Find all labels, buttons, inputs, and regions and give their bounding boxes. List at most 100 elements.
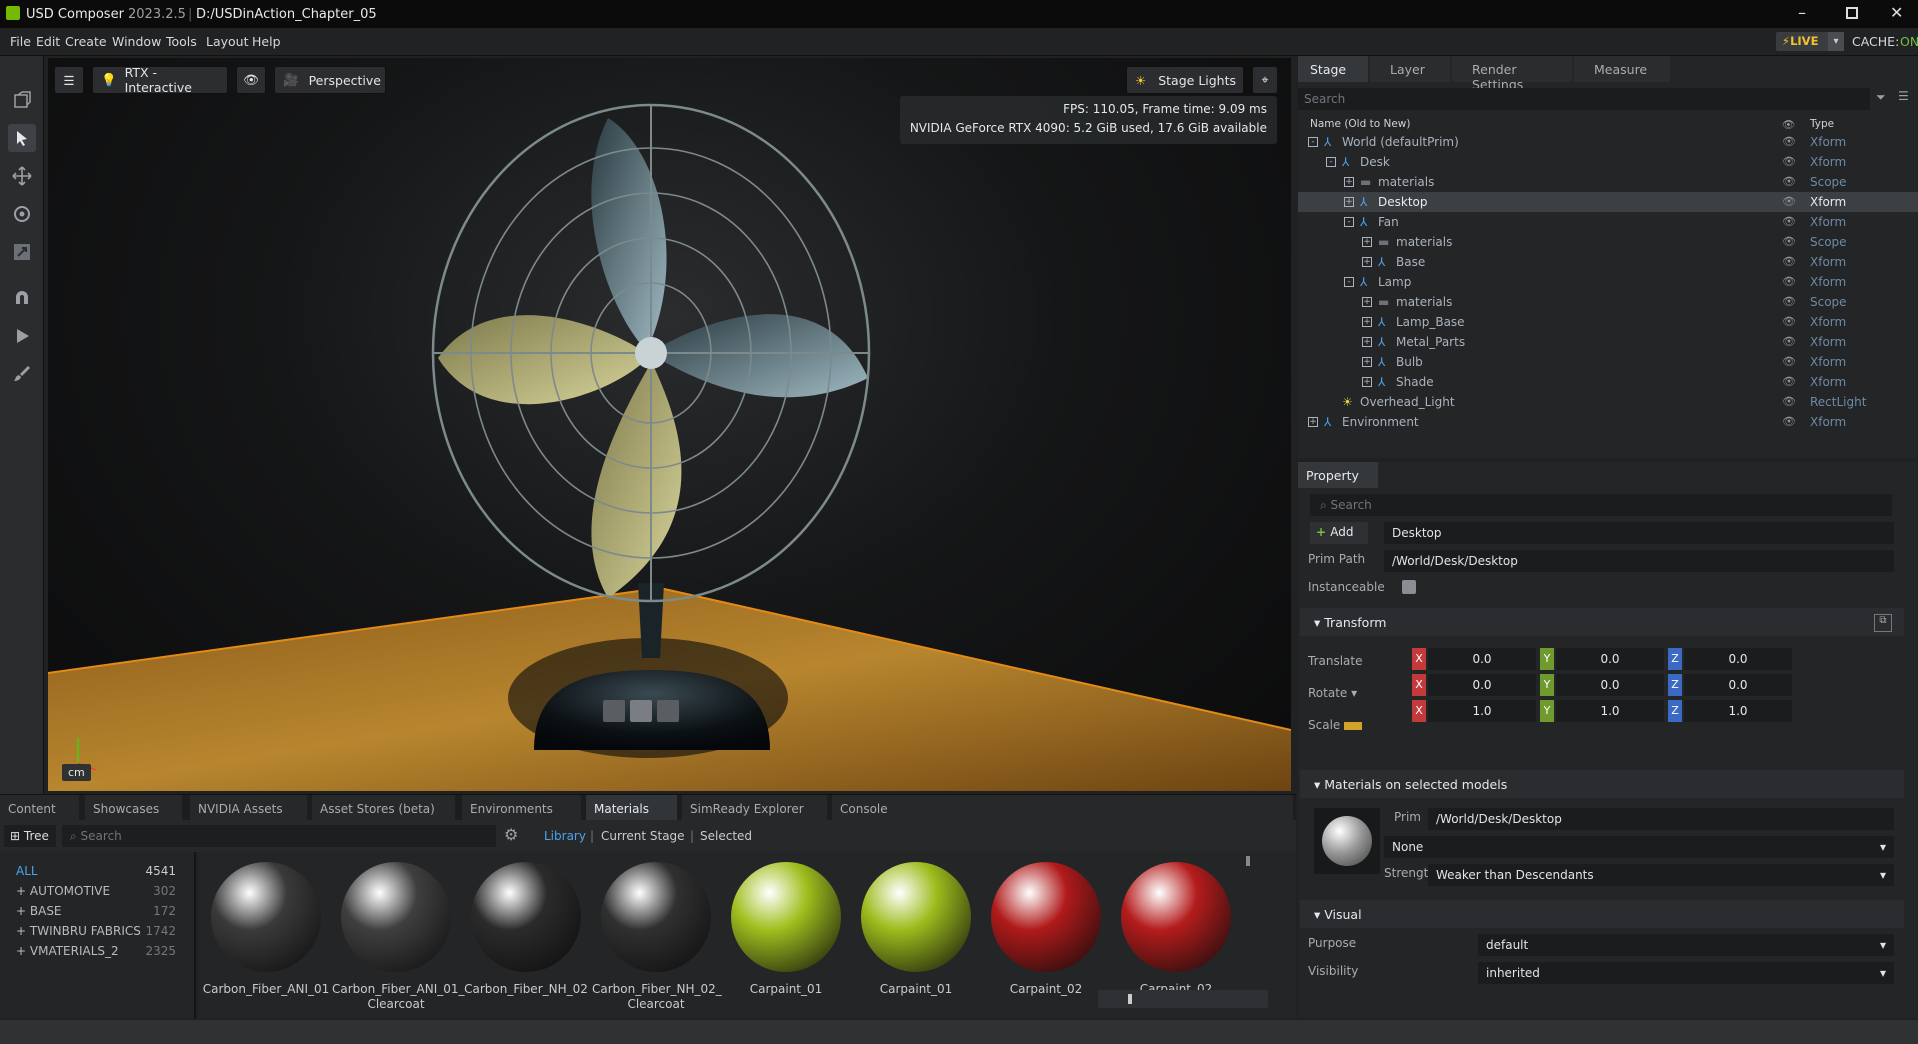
- stage-tree-row[interactable]: - ⅄ Fan 👁 Xform: [1298, 212, 1918, 232]
- translate-z-field[interactable]: 0.0: [1684, 648, 1792, 670]
- translate-y-field[interactable]: 0.0: [1556, 648, 1664, 670]
- instanceable-checkbox[interactable]: [1402, 580, 1416, 594]
- tab-render-settings[interactable]: Render Settings: [1452, 56, 1572, 92]
- stage-tree-row[interactable]: + ⅄ Shade 👁 Xform: [1298, 372, 1918, 392]
- library-item-twinbru[interactable]: + TWINBRU FABRICS 1742: [16, 924, 176, 938]
- visibility-eye-icon[interactable]: 👁: [1782, 355, 1796, 368]
- render-mode-button[interactable]: 💡 RTX - Interactive: [92, 65, 228, 95]
- rotate-label[interactable]: Rotate ▾: [1308, 686, 1357, 700]
- stage-tree-row[interactable]: + ▬ materials 👁 Scope: [1298, 172, 1918, 192]
- stage-tree-row[interactable]: + ⅄ Bulb 👁 Xform: [1298, 352, 1918, 372]
- tab-showcases[interactable]: Showcases: [85, 795, 185, 821]
- visibility-eye-icon[interactable]: 👁: [1782, 235, 1796, 248]
- material-thumbnail[interactable]: Carbon_Fiber_NH_02: [462, 862, 590, 997]
- select-arrow-icon[interactable]: [8, 124, 36, 152]
- move-icon[interactable]: [8, 162, 36, 190]
- live-button[interactable]: ⚡LIVE: [1776, 32, 1834, 51]
- visibility-eye-icon[interactable]: 👁: [1782, 295, 1796, 308]
- scale-link-icon[interactable]: [1344, 721, 1363, 730]
- expand-icon[interactable]: +: [1308, 417, 1318, 427]
- menu-help[interactable]: Help: [252, 34, 281, 49]
- gear-icon[interactable]: ⚙: [504, 825, 518, 844]
- location-pin-icon[interactable]: ⌖: [1252, 66, 1278, 94]
- stage-tree-row[interactable]: + ⅄ Environment 👁 Xform: [1298, 412, 1918, 432]
- stage-tree-row[interactable]: + ▬ materials 👁 Scope: [1298, 292, 1918, 312]
- expand-icon[interactable]: +: [1362, 377, 1372, 387]
- translate-x-field[interactable]: 0.0: [1428, 648, 1536, 670]
- scrollbar[interactable]: [1246, 856, 1250, 866]
- collapse-icon[interactable]: -: [1326, 157, 1336, 167]
- library-item-all[interactable]: ALL 4541: [16, 864, 176, 878]
- mat-prim-field[interactable]: /World/Desk/Desktop: [1428, 808, 1894, 830]
- material-select[interactable]: None ▾: [1384, 836, 1894, 858]
- collapse-icon[interactable]: -: [1308, 137, 1318, 147]
- menu-layout[interactable]: Layout: [206, 34, 249, 49]
- stage-tree-row[interactable]: ☀ Overhead_Light 👁 RectLight: [1298, 392, 1918, 412]
- close-icon[interactable]: ✕: [1890, 3, 1903, 22]
- library-item-automotive[interactable]: + AUTOMOTIVE 302: [16, 884, 176, 898]
- visibility-eye-icon[interactable]: 👁: [1782, 135, 1796, 148]
- library-item-base[interactable]: + BASE 172: [16, 904, 176, 918]
- visibility-eye-icon[interactable]: 👁: [1782, 395, 1796, 408]
- expand-icon[interactable]: +: [1362, 317, 1372, 327]
- property-search-input[interactable]: ⌕ Search: [1310, 494, 1892, 516]
- stage-tree-row[interactable]: + ⅄ Metal_Parts 👁 Xform: [1298, 332, 1918, 352]
- content-search-input[interactable]: ⌕ Search: [62, 825, 496, 847]
- material-thumbnail[interactable]: Carpaint_01: [852, 862, 980, 997]
- material-thumbnail[interactable]: Carbon_Fiber_NH_02_ Clearcoat: [592, 862, 722, 1012]
- stage-tree-row[interactable]: + ▬ materials 👁 Scope: [1298, 232, 1918, 252]
- material-thumbnail[interactable]: Carbon_Fiber_ANI_01: [202, 862, 330, 997]
- tab-nvidia-assets[interactable]: NVIDIA Assets: [190, 795, 310, 821]
- expand-icon[interactable]: +: [1362, 357, 1372, 367]
- viewport-settings-icon[interactable]: ☰: [54, 66, 84, 94]
- viewport[interactable]: ☰ 💡 RTX - Interactive 👁 🎥 Perspective ☀ Sta…: [48, 58, 1291, 791]
- tab-asset-stores[interactable]: Asset Stores (beta): [312, 795, 458, 821]
- visibility-eye-icon[interactable]: 👁: [1782, 315, 1796, 328]
- expand-icon[interactable]: +: [1362, 337, 1372, 347]
- column-name-header[interactable]: Name (Old to New): [1310, 118, 1410, 130]
- snap-magnet-icon[interactable]: [8, 284, 36, 312]
- material-thumbnail[interactable]: Carbon_Fiber_ANI_01_ Clearcoat: [332, 862, 465, 1012]
- tab-layer[interactable]: Layer: [1370, 56, 1450, 82]
- visibility-eye-icon[interactable]: 👁: [1782, 375, 1796, 388]
- strength-select[interactable]: Weaker than Descendants ▾: [1428, 864, 1894, 886]
- thumbnail-size-slider[interactable]: [1098, 990, 1268, 1008]
- collapse-icon[interactable]: -: [1344, 217, 1354, 227]
- play-icon[interactable]: [8, 322, 36, 350]
- stage-tree-row[interactable]: + ⅄ Base 👁 Xform: [1298, 252, 1918, 272]
- menu-edit[interactable]: Edit: [36, 34, 60, 49]
- transform-options-icon[interactable]: ⧉: [1874, 614, 1892, 632]
- purpose-select[interactable]: default ▾: [1478, 934, 1894, 956]
- rotate-y-field[interactable]: 0.0: [1556, 674, 1664, 696]
- prim-path-field[interactable]: /World/Desk/Desktop: [1384, 550, 1894, 572]
- column-type-header[interactable]: Type: [1810, 118, 1834, 130]
- tree-toggle[interactable]: ⊞ Tree: [4, 825, 56, 847]
- visibility-eye-icon[interactable]: 👁: [236, 66, 266, 94]
- prim-name-field[interactable]: Desktop: [1384, 522, 1894, 544]
- filter-selected[interactable]: Selected: [700, 829, 752, 843]
- rotate-z-field[interactable]: 0.0: [1684, 674, 1792, 696]
- material-thumbnail[interactable]: Carpaint_02: [1112, 862, 1240, 997]
- menu-create[interactable]: Create: [65, 34, 107, 49]
- collapse-icon[interactable]: -: [1344, 277, 1354, 287]
- scale-z-field[interactable]: 1.0: [1684, 700, 1792, 722]
- expand-icon[interactable]: +: [1344, 177, 1354, 187]
- tab-materials[interactable]: Materials: [586, 795, 680, 821]
- visibility-eye-icon[interactable]: 👁: [1782, 335, 1796, 348]
- menu-window[interactable]: Window: [112, 34, 161, 49]
- stage-tree-row[interactable]: - ⅄ World (defaultPrim) 👁 Xform: [1298, 132, 1918, 152]
- filter-icon[interactable]: ⏷: [1876, 90, 1886, 105]
- filter-current-stage[interactable]: Current Stage: [601, 829, 685, 843]
- visibility-eye-icon[interactable]: 👁: [1782, 215, 1796, 228]
- visibility-eye-icon[interactable]: 👁: [1782, 195, 1796, 208]
- lights-button[interactable]: ☀ Stage Lights: [1126, 66, 1244, 94]
- visibility-select[interactable]: inherited ▾: [1478, 962, 1894, 984]
- stage-tree-row[interactable]: + ⅄ Lamp_Base 👁 Xform: [1298, 312, 1918, 332]
- scale-icon[interactable]: [8, 238, 36, 266]
- add-button[interactable]: + Add: [1310, 522, 1368, 544]
- rotate-x-field[interactable]: 0.0: [1428, 674, 1536, 696]
- expand-icon[interactable]: +: [1362, 297, 1372, 307]
- menu-file[interactable]: File: [10, 34, 31, 49]
- minimize-icon[interactable]: –: [1798, 3, 1806, 22]
- library-item-vmaterials[interactable]: + VMATERIALS_2 2325: [16, 944, 176, 958]
